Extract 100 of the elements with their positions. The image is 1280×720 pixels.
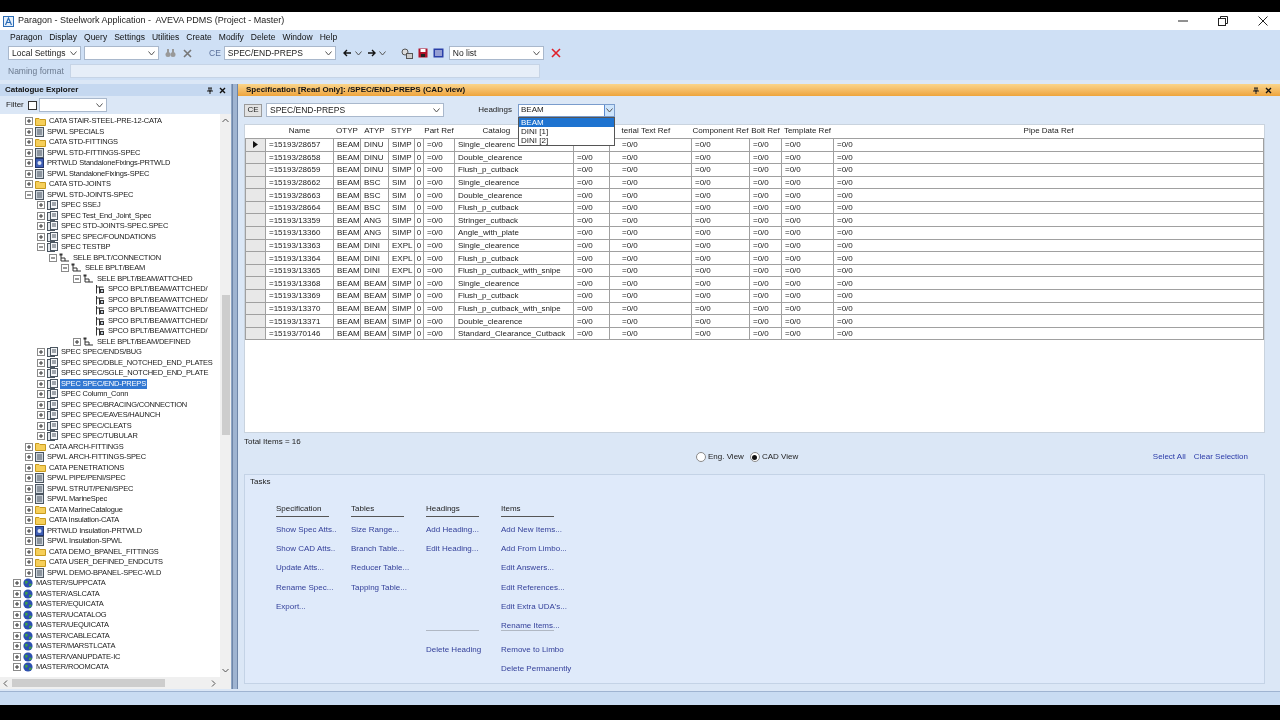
task-link[interactable]: Export... [276,600,351,613]
column-header[interactable]: Name [288,126,311,136]
task-link[interactable]: Add New Items... [501,524,576,536]
vertical-scrollbar[interactable] [220,114,231,677]
expand-icon[interactable] [13,642,21,651]
expand-icon[interactable] [25,516,33,525]
naming-format-field[interactable] [70,64,540,78]
task-link[interactable]: Rename Spec... [276,581,351,594]
column-header[interactable]: Part Ref [424,126,454,136]
dropdown-option[interactable]: DINI [2] [519,135,614,145]
close-icon[interactable] [1258,16,1268,26]
collapse-icon[interactable] [49,253,57,262]
column-header[interactable]: Pipe Data Ref [1023,126,1074,136]
scroll-up-icon[interactable] [222,118,229,123]
selection-link[interactable]: Select All [1152,451,1186,463]
column-header[interactable]: ATYP [364,126,385,136]
collapse-icon[interactable] [37,243,45,252]
back-arrow-icon[interactable] [342,49,352,57]
expand-icon[interactable] [37,358,45,367]
task-link[interactable]: Reducer Table... [351,562,426,575]
collapse-icon[interactable] [73,274,81,283]
task-link[interactable]: Add From Limbo... [501,543,576,556]
menu-item[interactable]: Window [282,30,313,44]
list-dropdown[interactable]: No list [448,46,544,60]
expand-icon[interactable] [25,453,33,462]
expand-icon[interactable] [25,180,33,189]
task-link[interactable]: Edit Answers... [501,562,576,575]
expand-icon[interactable] [13,610,21,619]
task-link[interactable]: Show Spec Atts.. [276,524,351,536]
column-header[interactable]: STYP [391,126,412,136]
list-icon[interactable] [432,48,444,58]
task-link[interactable]: Edit Heading... [426,543,501,556]
expand-icon[interactable] [37,201,45,210]
collapse-icon[interactable] [61,264,69,273]
expand-icon[interactable] [37,211,45,220]
task-link[interactable]: Rename Items... [501,619,576,632]
expand-icon[interactable] [13,652,21,661]
pin-icon[interactable] [207,86,213,94]
expand-icon[interactable] [13,631,21,640]
expand-icon[interactable] [73,337,81,346]
close-icon[interactable] [219,86,226,94]
expand-icon[interactable] [25,568,33,577]
menu-item[interactable]: Modify [218,30,244,44]
expand-icon[interactable] [37,232,45,241]
task-link[interactable]: Add Heading... [426,524,501,536]
expand-icon[interactable] [25,138,33,147]
save-icon[interactable] [417,48,428,58]
task-link[interactable]: Show CAD Atts.. [276,543,351,556]
expand-icon[interactable] [37,369,45,378]
menu-item[interactable]: Utilities [151,30,180,44]
expand-icon[interactable] [37,400,45,409]
expand-icon[interactable] [25,463,33,472]
task-link[interactable]: Delete Permanently [501,663,576,676]
forward-arrow-icon[interactable] [366,49,376,57]
expand-icon[interactable] [25,558,33,567]
radio-button[interactable] [749,452,760,462]
ce-dropdown[interactable]: SPEC/END-PREPS [223,46,336,60]
expand-icon[interactable] [25,505,33,514]
radio-button[interactable] [696,452,706,462]
menu-item[interactable]: Query [84,30,108,44]
expand-icon[interactable] [37,222,45,231]
expand-icon[interactable] [37,379,45,388]
expand-icon[interactable] [13,579,21,588]
selection-link[interactable]: Clear Selection [1193,451,1248,463]
column-header[interactable]: terial Text Ref [621,126,671,136]
horizontal-scrollbar[interactable] [0,677,231,689]
task-link[interactable]: Edit Extra UDA's... [501,600,576,613]
scrollbar-thumb[interactable] [12,679,165,687]
expand-icon[interactable] [13,621,21,630]
expand-icon[interactable] [25,169,33,178]
pin-icon[interactable] [1253,86,1259,94]
column-header[interactable]: Catalog [482,126,511,136]
filter-checkbox[interactable] [27,100,37,110]
column-header[interactable]: OTYP [336,126,358,136]
column-header[interactable]: Template Ref [783,126,832,136]
expand-icon[interactable] [25,547,33,556]
expand-icon[interactable] [25,526,33,535]
expand-icon[interactable] [37,421,45,430]
task-link[interactable]: Branch Table... [351,543,426,556]
expand-icon[interactable] [25,117,33,126]
expand-icon[interactable] [13,663,21,672]
menu-item[interactable]: Help [319,30,338,44]
expand-icon[interactable] [13,600,21,609]
expand-icon[interactable] [25,442,33,451]
headings-dropdown[interactable]: BEAM [518,103,615,117]
menu-item[interactable]: Display [49,30,77,44]
menu-item[interactable]: Create [186,30,212,44]
expand-icon[interactable] [13,589,21,598]
menu-item[interactable]: Paragon [10,30,43,44]
menu-item[interactable]: Delete [250,30,276,44]
expand-icon[interactable] [37,411,45,420]
collapse-icon[interactable] [25,190,33,199]
menu-item[interactable]: Settings [114,30,145,44]
row-header[interactable] [245,138,266,151]
dropdown-option[interactable]: BEAM [519,117,614,127]
column-header[interactable]: Bolt Ref [751,126,780,136]
dropdown-option[interactable]: DINI [1] [519,126,614,136]
task-link[interactable]: Edit References... [501,581,576,594]
expand-icon[interactable] [37,348,45,357]
expand-icon[interactable] [37,432,45,441]
